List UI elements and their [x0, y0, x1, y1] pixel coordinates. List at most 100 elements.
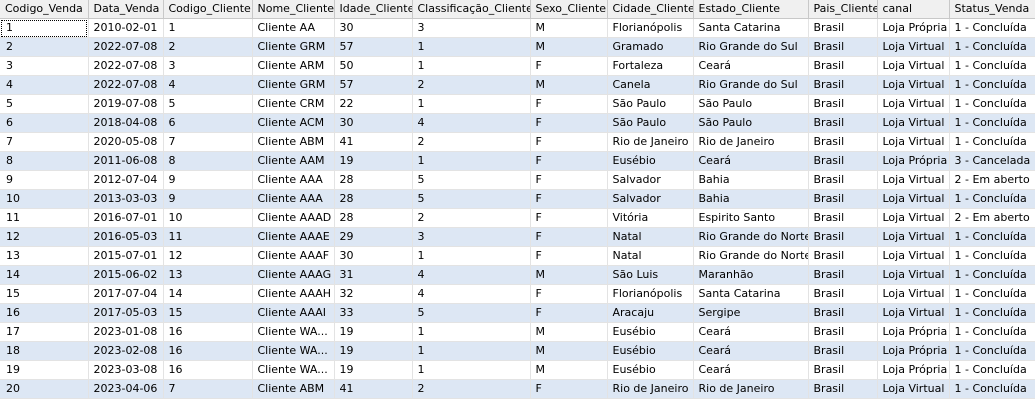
table-cell[interactable]: 1 - Concluída [949, 75, 1035, 95]
table-cell[interactable]: Loja Virtual [877, 132, 950, 152]
table-cell[interactable]: Cliente WA... [252, 360, 335, 380]
table-cell[interactable]: 1 - Concluída [949, 132, 1035, 152]
table-cell[interactable]: 2022-07-08 [88, 56, 164, 76]
column-header[interactable]: canal [877, 0, 950, 19]
table-cell[interactable]: Loja Virtual [877, 37, 950, 57]
table-cell[interactable]: Brasil [808, 208, 878, 228]
table-cell[interactable]: Cliente ACM [252, 113, 335, 133]
table-cell[interactable]: 5 [163, 94, 253, 114]
table-cell[interactable]: 2 [412, 379, 531, 399]
table-cell[interactable]: São Paulo [607, 113, 694, 133]
table-cell[interactable]: Loja Virtual [877, 208, 950, 228]
table-cell[interactable]: 4 [412, 284, 531, 304]
table-cell[interactable]: 1 - Concluída [949, 37, 1035, 57]
column-header[interactable]: Sexo_Cliente [530, 0, 608, 19]
table-cell[interactable]: Brasil [808, 56, 878, 76]
table-cell[interactable]: 1 - Concluída [949, 113, 1035, 133]
table-row[interactable]: 6 2018-04-08 6 Cliente ACM 30 4 F São Paulo São … [0, 113, 1035, 133]
table-cell[interactable]: 2 [412, 132, 531, 152]
table-cell[interactable]: 2016-05-03 [88, 227, 164, 247]
table-row[interactable]: 19 2023-03-08 16 Cliente WA... 19 1 M Eusébio Ce… [0, 360, 1035, 380]
table-cell[interactable]: Cliente AAAE [252, 227, 335, 247]
table-cell[interactable]: M [530, 37, 608, 57]
table-row[interactable]: 9 2012-07-04 9 Cliente AAA 28 5 F Salvador Bahia… [0, 170, 1035, 190]
table-cell[interactable]: Loja Própria [877, 151, 950, 171]
table-cell[interactable]: 2016-07-01 [88, 208, 164, 228]
table-cell[interactable]: 19 [334, 151, 413, 171]
table-cell[interactable]: 14 [163, 284, 253, 304]
table-cell[interactable]: Brasil [808, 113, 878, 133]
table-cell[interactable]: 33 [334, 303, 413, 323]
table-cell[interactable]: 7 [0, 132, 89, 152]
table-cell[interactable]: 2011-06-08 [88, 151, 164, 171]
table-cell[interactable]: 1 [0, 18, 89, 38]
table-cell[interactable]: Ceará [693, 341, 809, 361]
column-header[interactable]: Estado_Cliente [693, 0, 809, 19]
table-cell[interactable]: Cliente ABM [252, 132, 335, 152]
table-cell[interactable]: 3 [412, 227, 531, 247]
table-cell[interactable]: 2013-03-03 [88, 189, 164, 209]
table-cell[interactable]: F [530, 379, 608, 399]
table-cell[interactable]: Brasil [808, 75, 878, 95]
table-cell[interactable]: 5 [412, 303, 531, 323]
table-cell[interactable]: F [530, 94, 608, 114]
table-cell[interactable]: São Luis [607, 265, 694, 285]
table-cell[interactable]: Brasil [808, 379, 878, 399]
table-cell[interactable]: 2023-04-06 [88, 379, 164, 399]
table-cell[interactable]: 30 [334, 18, 413, 38]
table-cell[interactable]: Brasil [808, 284, 878, 304]
table-cell[interactable]: Loja Virtual [877, 379, 950, 399]
table-cell[interactable]: 1 - Concluída [949, 265, 1035, 285]
table-cell[interactable]: 2023-02-08 [88, 341, 164, 361]
table-row[interactable]: 11 2016-07-01 10 Cliente AAAD 28 2 F Vitória Esp… [0, 208, 1035, 228]
table-cell[interactable]: Loja Própria [877, 18, 950, 38]
table-cell[interactable]: 4 [412, 113, 531, 133]
table-cell[interactable]: 6 [0, 113, 89, 133]
table-cell[interactable]: 41 [334, 132, 413, 152]
table-cell[interactable]: 2023-03-08 [88, 360, 164, 380]
table-cell[interactable]: 8 [0, 151, 89, 171]
table-cell[interactable]: Brasil [808, 132, 878, 152]
table-cell[interactable]: Rio Grande do Sul [693, 37, 809, 57]
table-cell[interactable]: Loja Virtual [877, 284, 950, 304]
column-header[interactable]: Codigo_Cliente [163, 0, 253, 19]
column-header[interactable]: Pais_Cliente [808, 0, 878, 19]
table-cell[interactable]: 20 [0, 379, 89, 399]
column-header[interactable]: Nome_Cliente [252, 0, 335, 19]
table-cell[interactable]: 3 [412, 18, 531, 38]
table-cell[interactable]: 1 - Concluída [949, 379, 1035, 399]
table-cell[interactable]: Loja Virtual [877, 265, 950, 285]
table-cell[interactable]: F [530, 56, 608, 76]
table-cell[interactable]: 57 [334, 75, 413, 95]
table-row[interactable]: 7 2020-05-08 7 Cliente ABM 41 2 F Rio de Janeir… [0, 132, 1035, 152]
table-cell[interactable]: Vitória [607, 208, 694, 228]
table-cell[interactable]: 6 [163, 113, 253, 133]
table-cell[interactable]: 10 [0, 189, 89, 209]
table-row[interactable]: 10 2013-03-03 9 Cliente AAA 28 5 F Salvador Bahi… [0, 189, 1035, 209]
table-cell[interactable]: 12 [0, 227, 89, 247]
table-cell[interactable]: 1 - Concluída [949, 284, 1035, 304]
table-cell[interactable]: 4 [163, 75, 253, 95]
table-cell[interactable]: Cliente WA... [252, 341, 335, 361]
table-cell[interactable]: 5 [412, 189, 531, 209]
table-cell[interactable]: 30 [334, 113, 413, 133]
table-cell[interactable]: Eusébio [607, 322, 694, 342]
table-cell[interactable]: Cliente AAAF [252, 246, 335, 266]
table-cell[interactable]: Loja Virtual [877, 94, 950, 114]
table-cell[interactable]: Rio Grande do Norte [693, 246, 809, 266]
table-cell[interactable]: F [530, 113, 608, 133]
table-cell[interactable]: 2 - Em aberto [949, 170, 1035, 190]
column-header[interactable]: Classificação_Cliente [412, 0, 531, 19]
table-cell[interactable]: 30 [334, 246, 413, 266]
table-row[interactable]: 20 2023-04-06 7 Cliente ABM 41 2 F Rio de Janei… [0, 379, 1035, 399]
table-cell[interactable]: 1 [412, 360, 531, 380]
table-cell[interactable]: 31 [334, 265, 413, 285]
table-cell[interactable]: Brasil [808, 170, 878, 190]
table-cell[interactable]: 57 [334, 37, 413, 57]
table-cell[interactable]: 2017-05-03 [88, 303, 164, 323]
table-cell[interactable]: 1 [412, 322, 531, 342]
table-cell[interactable]: Ceará [693, 151, 809, 171]
table-cell[interactable]: Cliente AAAD [252, 208, 335, 228]
table-cell[interactable]: 8 [163, 151, 253, 171]
table-cell[interactable]: São Paulo [693, 113, 809, 133]
